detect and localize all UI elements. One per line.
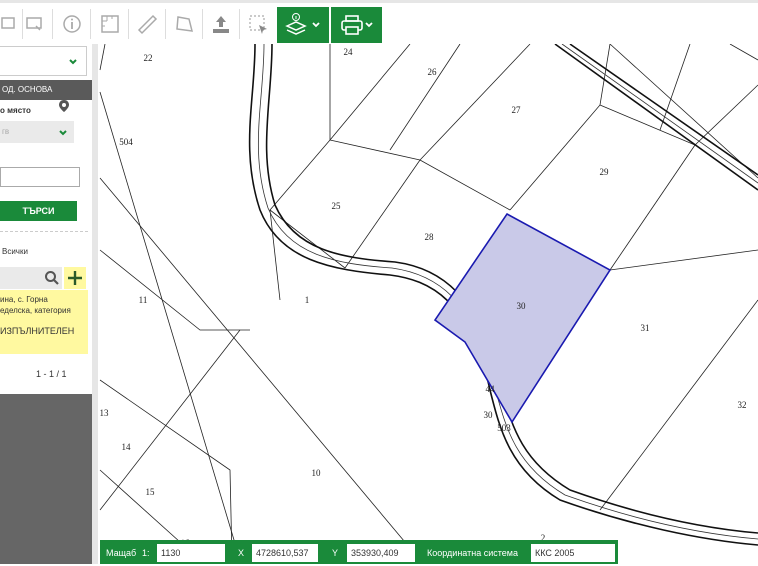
crs-select[interactable]: ККС 2005 bbox=[531, 544, 615, 562]
panel-select[interactable] bbox=[0, 46, 87, 76]
layers-info-icon bbox=[285, 13, 307, 35]
parcel-label: 13 bbox=[100, 408, 110, 418]
parcel-label: 11 bbox=[139, 295, 148, 305]
upload-icon[interactable] bbox=[203, 6, 239, 42]
parcel-label: 26 bbox=[428, 67, 438, 77]
print-icon bbox=[340, 15, 363, 35]
parcel-label: 24 bbox=[344, 47, 354, 57]
parcel-label: 31 bbox=[641, 323, 650, 333]
scale-prefix: 1: bbox=[142, 548, 150, 558]
cadastral-map[interactable]: 22 24 26 27 504 29 25 28 30 31 11 1 32 1… bbox=[0, 0, 758, 564]
plus-icon bbox=[68, 271, 82, 285]
filter-all-label[interactable]: Всички bbox=[2, 247, 28, 256]
parcel-label: 27 bbox=[512, 105, 522, 115]
panel-footer bbox=[0, 394, 92, 564]
parcel-label: 30 bbox=[517, 301, 527, 311]
y-coordinate-field[interactable]: 353930,409 bbox=[347, 544, 415, 562]
chevron-down-icon bbox=[69, 59, 77, 65]
toolbar bbox=[0, 0, 758, 44]
print-button[interactable] bbox=[331, 7, 382, 43]
parcel-label: 14 bbox=[122, 442, 132, 452]
x-label: X bbox=[238, 548, 245, 558]
parcel-label: 503 bbox=[497, 423, 511, 433]
x-coordinate-field[interactable]: 4728610,537 bbox=[252, 544, 318, 562]
parcel-label: 25 bbox=[332, 201, 342, 211]
chevron-down-icon bbox=[312, 22, 320, 28]
chevron-down-icon bbox=[364, 22, 373, 28]
search-icon[interactable] bbox=[44, 270, 60, 286]
parcel-label: 504 bbox=[119, 137, 133, 147]
divider bbox=[0, 231, 88, 232]
section-header: ОД. ОСНОВА bbox=[0, 80, 92, 100]
status-bar: Мащаб 1: 1130 X 4728610,537 Y 353930,409… bbox=[100, 540, 618, 564]
parcel-label: 30 bbox=[484, 410, 494, 420]
search-button[interactable]: ТЪРСИ bbox=[0, 201, 77, 221]
box-select-icon[interactable] bbox=[240, 6, 276, 42]
parcel-label: 44 bbox=[486, 384, 496, 394]
search-panel: ОД. ОСНОВА о място гв ТЪРСИ Всички ина, … bbox=[0, 44, 93, 564]
parcel-label: 29 bbox=[600, 167, 610, 177]
parcel-label: 15 bbox=[146, 487, 156, 497]
result-status: ИЗПЪЛНИТЕЛЕН bbox=[0, 326, 75, 336]
info-icon[interactable] bbox=[54, 6, 90, 42]
add-button[interactable] bbox=[64, 267, 86, 289]
toolbar-divider bbox=[90, 9, 91, 39]
measure-area-icon[interactable] bbox=[92, 6, 128, 42]
chevron-down-icon bbox=[59, 130, 67, 136]
measure-line-icon[interactable] bbox=[129, 6, 165, 42]
parcel-label: 1 bbox=[305, 295, 310, 305]
result-text: ина, с. Горна bbox=[0, 295, 48, 304]
pagination: 1 - 1 / 1 bbox=[36, 369, 67, 379]
polygon-icon[interactable] bbox=[166, 6, 202, 42]
y-label: Y bbox=[332, 548, 339, 558]
screen-select-icon[interactable] bbox=[16, 6, 52, 42]
search-input[interactable] bbox=[0, 167, 80, 187]
parcel-label: 22 bbox=[144, 53, 153, 63]
parcel-label: 10 bbox=[312, 468, 322, 478]
location-pin-icon[interactable] bbox=[58, 99, 70, 113]
result-item[interactable]: ина, с. Горна еделска, категория ИЗПЪЛНИ… bbox=[0, 290, 88, 354]
parcel-label: 32 bbox=[738, 400, 747, 410]
parcel-label: 28 bbox=[425, 232, 435, 242]
crs-label: Координатна система bbox=[427, 548, 518, 558]
scale-input[interactable]: 1130 bbox=[157, 544, 225, 562]
location-label: о място bbox=[0, 106, 31, 115]
panel-scrollbar[interactable] bbox=[92, 44, 98, 564]
scale-label: Мащаб bbox=[106, 548, 137, 558]
layers-button[interactable] bbox=[277, 7, 329, 43]
selected-parcel[interactable] bbox=[433, 212, 612, 424]
result-text: еделска, категория bbox=[0, 306, 71, 315]
toolbar-divider bbox=[52, 9, 53, 39]
